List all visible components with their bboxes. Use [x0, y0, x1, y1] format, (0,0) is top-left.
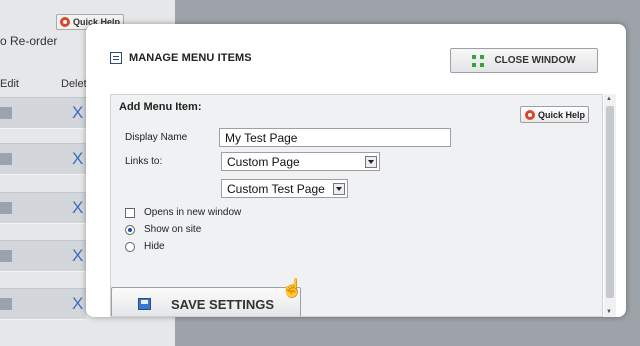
scroll-thumb[interactable]: [606, 106, 614, 298]
delete-icon: X: [72, 149, 84, 168]
edit-icon: [0, 107, 12, 119]
scroll-down-icon[interactable]: ▼: [606, 309, 612, 315]
chevron-down-icon: [365, 155, 377, 168]
background-row: X: [0, 240, 86, 272]
display-name-input[interactable]: [219, 128, 451, 147]
show-on-site-option[interactable]: Show on site: [125, 224, 201, 235]
list-icon: [110, 52, 122, 64]
scroll-up-icon[interactable]: ▲: [606, 96, 612, 102]
close-window-button[interactable]: CLOSE WINDOW: [450, 48, 598, 73]
manage-menu-items-dialog: MANAGE MENU ITEMS CLOSE WINDOW Add Menu …: [86, 24, 626, 317]
delete-icon: X: [72, 103, 84, 122]
background-row: X: [0, 192, 86, 224]
section-title: Add Menu Item:: [119, 101, 202, 113]
dialog-content: Add Menu Item: Quick Help Display Name L…: [110, 94, 603, 317]
display-name-label: Display Name: [125, 132, 188, 143]
new-window-option[interactable]: Opens in new window: [125, 207, 241, 218]
delete-icon: X: [72, 246, 84, 265]
shrink-icon: [472, 54, 485, 67]
links-to-label: Links to:: [125, 156, 163, 167]
edit-icon: [0, 250, 12, 262]
dialog-title: MANAGE MENU ITEMS: [110, 52, 252, 64]
edit-icon: [0, 298, 12, 310]
background-row: X: [0, 143, 86, 175]
background-row: X: [0, 97, 86, 129]
quick-help-button[interactable]: Quick Help: [520, 106, 589, 123]
background-col-delete: Delet: [61, 78, 87, 90]
edit-icon: [0, 202, 12, 214]
hide-option[interactable]: Hide: [125, 241, 165, 252]
custom-page-select[interactable]: Custom Test Page: [221, 179, 348, 198]
delete-icon: X: [72, 198, 84, 217]
background-col-edit: Edit: [0, 78, 19, 90]
hand-cursor-icon: ☝: [281, 278, 304, 298]
lifebuoy-icon: [60, 17, 70, 27]
background-row: X: [0, 288, 86, 320]
hide-radio[interactable]: [125, 241, 135, 252]
new-window-checkbox[interactable]: [125, 207, 135, 218]
background-reorder-text: o Re-order: [0, 34, 58, 48]
links-to-select[interactable]: Custom Page: [221, 152, 380, 171]
edit-icon: [0, 153, 12, 165]
save-disk-icon: [138, 298, 151, 310]
chevron-down-icon: [333, 182, 345, 195]
save-settings-button[interactable]: SAVE SETTINGS: [111, 287, 301, 316]
delete-icon: X: [72, 294, 84, 313]
dialog-scrollbar[interactable]: ▲ ▼: [604, 94, 616, 317]
show-on-site-radio[interactable]: [125, 224, 135, 235]
lifebuoy-icon: [525, 109, 535, 120]
